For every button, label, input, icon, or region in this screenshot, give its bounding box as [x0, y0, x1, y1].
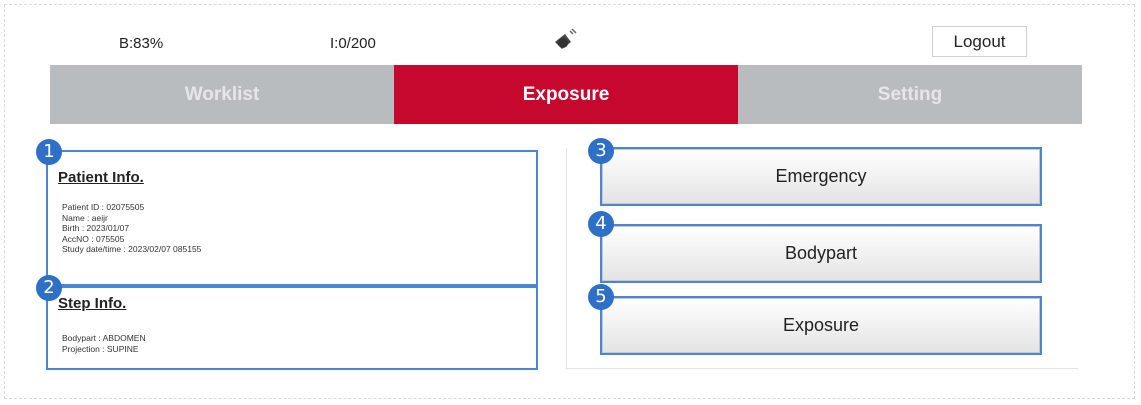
callout-badge-1: 1	[36, 139, 62, 165]
patient-name: Name : aeijr	[62, 212, 108, 223]
step-info-panel: Step Info. Bodypart : ABDOMEN Projection…	[46, 286, 538, 370]
step-projection: Projection : SUPINE	[62, 343, 139, 354]
study-datetime: Study date/time : 2023/02/07 085155	[62, 244, 202, 254]
tab-worklist[interactable]: Worklist	[50, 65, 394, 124]
step-info-title: Step Info.	[58, 295, 127, 312]
accession-number: AccNO : 075505	[62, 233, 125, 244]
patient-info-panel: Patient Info. Patient ID : 02075505 Name…	[46, 150, 538, 286]
tab-setting[interactable]: Setting	[738, 65, 1082, 124]
emergency-button[interactable]: Emergency	[600, 147, 1042, 206]
patient-info-details: Patient ID : 02075505 Name : aeijr Birth…	[62, 202, 201, 255]
logout-button[interactable]: Logout	[932, 26, 1027, 57]
step-bodypart: Bodypart : ABDOMEN	[62, 333, 146, 343]
tab-exposure[interactable]: Exposure	[394, 65, 738, 124]
patient-id: Patient ID : 02075505	[62, 202, 145, 212]
bodypart-button[interactable]: Bodypart	[600, 224, 1042, 283]
step-info-details: Bodypart : ABDOMEN Projection : SUPINE	[62, 333, 146, 354]
signal-icon	[555, 28, 577, 49]
callout-badge-5: 5	[588, 284, 614, 310]
image-count-status: I:0/200	[330, 35, 376, 52]
battery-status: B:83%	[119, 35, 164, 52]
callout-badge-2: 2	[36, 275, 62, 301]
patient-birth: Birth : 2023/01/07	[62, 223, 130, 233]
patient-info-title: Patient Info.	[58, 169, 144, 186]
content-divider-bottom	[566, 368, 1078, 369]
callout-badge-3: 3	[588, 138, 614, 164]
exposure-button[interactable]: Exposure	[600, 296, 1042, 355]
callout-badge-4: 4	[588, 211, 614, 237]
content-divider	[566, 148, 567, 370]
main-tabs: Worklist Exposure Setting	[50, 65, 1082, 124]
